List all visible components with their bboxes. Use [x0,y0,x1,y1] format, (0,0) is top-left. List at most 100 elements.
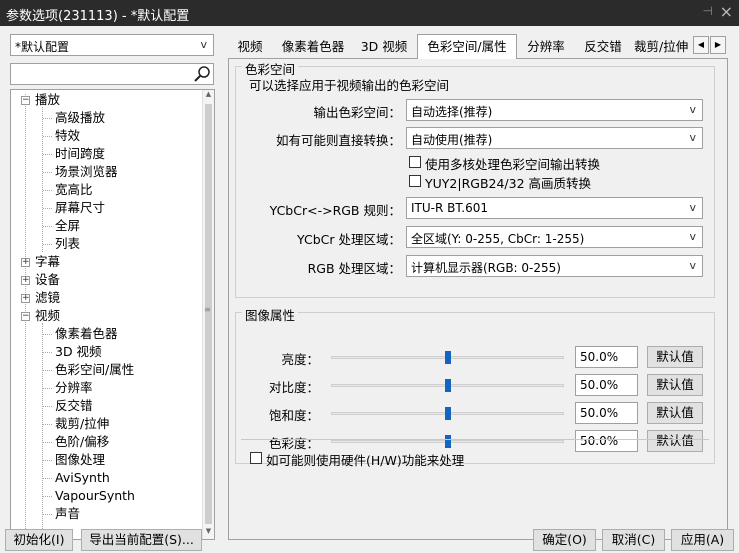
image-prop-label: 饱和度： [268,408,319,423]
tree-item[interactable]: 声音 [55,505,80,523]
slider-thumb[interactable] [445,435,451,448]
tab-deinterlace[interactable]: 反交错 [577,37,629,59]
expand-icon[interactable]: + [21,294,30,303]
rgb-range-select[interactable]: 计算机显示器(RGB: 0-255) v [406,255,703,277]
scroll-up-icon[interactable]: ▲ [203,90,214,102]
tree-item[interactable]: 场景浏览器 [55,163,118,181]
yuy2-checkbox[interactable] [409,175,421,187]
tree-item[interactable]: 播放 [35,91,60,109]
tree-scrollbar[interactable]: ▲ ≡ ▼ [202,90,214,539]
output-colorspace-select[interactable]: 自动选择(推荐) v [406,99,703,121]
tree-item[interactable]: 裁剪/拉伸 [55,415,109,433]
ycbcr-range-label: YCbCr 处理区域： [297,232,401,247]
init-button[interactable]: 初始化(I) [5,529,73,551]
default-button[interactable]: 默认值 [647,430,703,452]
ok-button[interactable]: 确定(O) [533,529,596,551]
image-prop-label: 亮度： [281,352,319,367]
tree-item-label: 反交错 [55,398,93,413]
tab-pixel-shader[interactable]: 像素着色器 [274,37,352,59]
tree-item-label: 特效 [55,128,81,143]
search-icon[interactable] [193,65,211,83]
tab-next-icon[interactable]: ▶ [710,36,726,54]
chevron-down-icon: v [689,131,696,144]
tree-item[interactable]: 设备 [35,271,60,289]
tab-colorspace[interactable]: 色彩空间/属性 [417,34,517,59]
chevron-down-icon: v [689,259,696,272]
tree-item[interactable]: 色阶/偏移 [55,433,109,451]
scroll-grip-icon: ≡ [204,305,211,314]
output-colorspace-value: 自动选择(推荐) [411,105,493,119]
preferences-window: *默认配置 v 播放 − 高级播放 特效 时间跨度 场景浏览器 宽高比 屏幕尺寸 全屏 列表 字幕 +… [0,26,739,553]
tree-item[interactable]: 高级播放 [55,109,105,127]
scroll-down-icon[interactable]: ▼ [203,527,214,539]
profile-select[interactable]: *默认配置 v [10,34,214,56]
tree-item-label: 全屏 [55,218,81,233]
rgb-range-value: 计算机显示器(RGB: 0-255) [411,261,561,275]
tree-item-label: 字幕 [35,254,61,269]
hw-label: 如可能则使用硬件(H/W)功能来处理 [266,453,465,468]
slider-thumb[interactable] [445,379,451,392]
tree-item[interactable]: AviSynth [55,469,110,487]
pin-icon[interactable]: ⊣ [703,4,713,18]
tree-item-label: 像素着色器 [55,326,118,341]
tab-video[interactable]: 视频 [228,37,272,59]
tree-item[interactable]: 像素着色器 [55,325,118,343]
tree-item-label: 图像处理 [55,452,106,467]
direct-convert-value: 自动使用(推荐) [411,133,493,147]
apply-button[interactable]: 应用(A) [671,529,734,551]
chevron-down-icon: v [689,201,696,214]
value-field[interactable]: 50.0% [575,402,638,424]
tab-3d-video[interactable]: 3D 视频 [356,37,412,59]
direct-convert-select[interactable]: 自动使用(推荐) v [406,127,703,149]
chevron-down-icon: v [200,38,207,51]
tree-item[interactable]: 反交错 [55,397,93,415]
collapse-icon[interactable]: − [21,96,30,105]
image-prop-label: 对比度： [268,380,319,395]
ycbcr-rgb-rule-select[interactable]: ITU-R BT.601 v [406,197,703,219]
tree-item[interactable]: 视频 [35,307,60,325]
tree-item[interactable]: 特效 [55,127,80,145]
tree-item[interactable]: 字幕 [35,253,60,271]
close-icon[interactable]: × [720,2,733,21]
slider-thumb[interactable] [445,351,451,364]
collapse-icon[interactable]: − [21,312,30,321]
tree-item-label: 宽高比 [55,182,93,197]
value-field[interactable]: 50.0% [575,346,638,368]
hw-checkbox[interactable] [250,452,262,464]
tree-item[interactable]: 列表 [55,235,80,253]
search-input[interactable] [10,63,214,85]
tree-item[interactable]: 色彩空间/属性 [55,361,134,379]
tree-item-label: 设备 [35,272,61,287]
chevron-down-icon: v [689,103,696,116]
multicore-checkbox[interactable] [409,156,421,168]
default-button[interactable]: 默认值 [647,374,703,396]
direct-convert-label: 如有可能则直接转换： [275,133,401,148]
tree-item-label: 场景浏览器 [55,164,118,179]
tree-item[interactable]: 3D 视频 [55,343,102,361]
tree-item[interactable]: VapourSynth [55,487,135,505]
value-field[interactable]: 50.0% [575,430,638,452]
tab-resolution[interactable]: 分辨率 [520,37,572,59]
default-button[interactable]: 默认值 [647,402,703,424]
tree-item[interactable]: 分辨率 [55,379,93,397]
tree-item[interactable]: 宽高比 [55,181,93,199]
chevron-down-icon: v [689,230,696,243]
tree-item[interactable]: 屏幕尺寸 [55,199,105,217]
tab-prev-icon[interactable]: ◀ [693,36,709,54]
slider-thumb[interactable] [445,407,451,420]
expand-icon[interactable]: + [21,258,30,267]
tree-item[interactable]: 滤镜 [35,289,60,307]
colorspace-description: 可以选择应用于视频输出的色彩空间 [249,78,450,93]
output-colorspace-label: 输出色彩空间： [313,105,401,120]
tree-item[interactable]: 全屏 [55,217,80,235]
cancel-button[interactable]: 取消(C) [602,529,665,551]
tree-item[interactable]: 图像处理 [55,451,105,469]
tree-item[interactable]: 时间跨度 [55,145,105,163]
expand-icon[interactable]: + [21,276,30,285]
scroll-thumb[interactable] [205,104,212,524]
default-button[interactable]: 默认值 [647,346,703,368]
ycbcr-range-select[interactable]: 全区域(Y: 0-255, CbCr: 1-255) v [406,226,703,248]
tab-crop[interactable]: 裁剪/拉伸 [634,37,692,59]
export-button[interactable]: 导出当前配置(S)... [81,529,202,551]
value-field[interactable]: 50.0% [575,374,638,396]
